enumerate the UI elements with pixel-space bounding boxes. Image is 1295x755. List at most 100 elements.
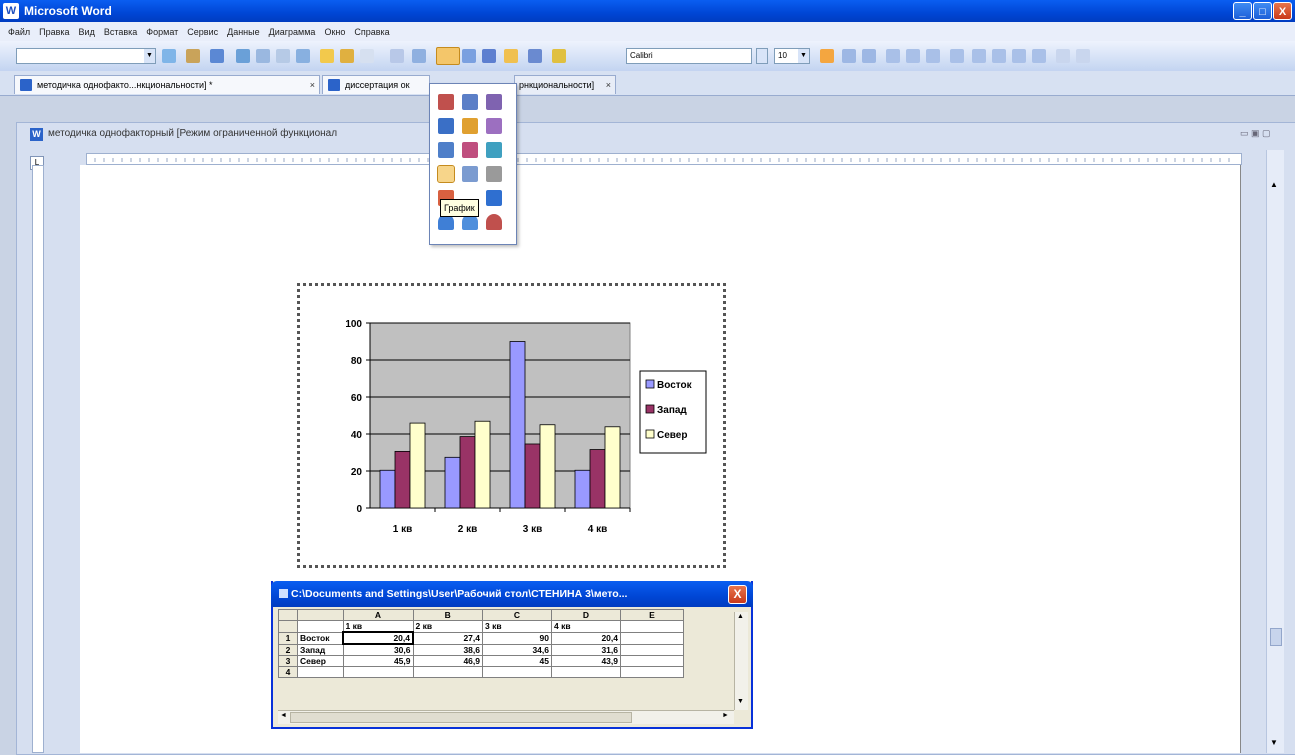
by-row-icon[interactable]	[340, 49, 354, 63]
datasheet-icon[interactable]	[320, 49, 334, 63]
data-cell[interactable]: 34,6	[482, 643, 552, 656]
scroll-down-arrow-icon[interactable]: ▼	[1270, 738, 1278, 747]
horizontal-ruler[interactable]	[86, 153, 1242, 165]
chart-type-option-8[interactable]	[486, 142, 502, 158]
gridlines-icon[interactable]	[462, 49, 476, 63]
scroll-up-arrow-icon[interactable]: ▲	[1270, 180, 1278, 189]
data-cell[interactable]	[620, 631, 684, 645]
chart-type-option-4[interactable]	[462, 118, 478, 134]
chart-type-option-2[interactable]	[486, 94, 502, 110]
border-icon[interactable]	[256, 49, 270, 63]
increase-decimal-icon[interactable]	[1012, 49, 1026, 63]
currency-icon[interactable]	[950, 49, 964, 63]
category-cell[interactable]: 2 кв	[412, 620, 483, 633]
data-cell[interactable]	[620, 666, 684, 678]
column-header-A[interactable]: A	[342, 609, 414, 621]
align-icon[interactable]	[236, 49, 250, 63]
menu-item-8[interactable]: Окно	[324, 27, 345, 37]
bold-icon[interactable]	[820, 49, 834, 63]
data-cell[interactable]	[620, 655, 684, 667]
chart-type-option-6[interactable]	[438, 142, 454, 158]
column-header-D[interactable]: D	[551, 609, 621, 621]
chart-type-option-1[interactable]	[462, 94, 478, 110]
column-header-E[interactable]: E	[620, 609, 684, 621]
align-center-icon[interactable]	[906, 49, 920, 63]
label-cell[interactable]	[297, 620, 344, 633]
datasheet-title-bar[interactable]: C:\Documents and Settings\User\Рабочий с…	[271, 581, 753, 607]
percent-icon[interactable]	[972, 49, 986, 63]
category-cell[interactable]: 4 кв	[551, 620, 621, 633]
chart-type-option-9[interactable]	[437, 165, 455, 183]
datasheet-horizontal-scrollbar[interactable]: ◄ ►	[278, 710, 734, 724]
category-cell[interactable]: 3 кв	[482, 620, 552, 633]
series-label-cell[interactable]: Восток	[297, 631, 344, 645]
tab-close-icon[interactable]: ×	[310, 76, 315, 94]
sort-icon[interactable]	[296, 49, 310, 63]
data-cell[interactable]: 27,4	[412, 631, 483, 645]
scroll-thumb[interactable]	[1270, 628, 1282, 646]
by-column-icon[interactable]	[360, 49, 374, 63]
underline-icon[interactable]	[862, 49, 876, 63]
font-name-combo[interactable]: Calibri	[626, 48, 752, 64]
thousands-icon[interactable]	[992, 49, 1006, 63]
scroll-down-arrow-icon[interactable]: ▼	[737, 698, 744, 705]
tab-document-active[interactable]: методичка однофакто...нкциональности] * …	[14, 75, 320, 94]
data-cell[interactable]	[551, 666, 621, 678]
chart-type-button[interactable]	[436, 47, 460, 65]
category-axis-icon[interactable]	[482, 49, 496, 63]
chart-type-option-10[interactable]	[462, 166, 478, 182]
series-label-cell[interactable]: Север	[297, 655, 344, 667]
align-left-icon[interactable]	[886, 49, 900, 63]
scroll-up-arrow-icon[interactable]: ▲	[737, 613, 744, 620]
menu-item-0[interactable]: Файл	[8, 27, 30, 37]
data-cell[interactable]: 43,9	[551, 655, 621, 667]
row-header[interactable]: 2	[278, 643, 298, 656]
category-cell[interactable]	[620, 620, 684, 633]
font-name-dropdown[interactable]	[756, 48, 768, 64]
paste-icon[interactable]	[186, 49, 200, 63]
table-icon[interactable]	[390, 49, 404, 63]
style-combo[interactable]: ▼	[16, 48, 156, 64]
embedded-chart[interactable]: 0 20 40 60 80 100 1 кв 2 кв 3 кв 4 кв Восток Запад С…	[297, 283, 726, 568]
align-right-icon[interactable]	[926, 49, 940, 63]
data-cell[interactable]: 31,6	[551, 643, 621, 656]
menu-item-3[interactable]: Вставка	[104, 27, 137, 37]
format-icon[interactable]	[210, 49, 224, 63]
value-axis-icon[interactable]	[504, 49, 518, 63]
series-label-cell[interactable]: Запад	[297, 643, 344, 656]
chart-type-option-7[interactable]	[462, 142, 478, 158]
datasheet-close-button[interactable]: X	[728, 585, 747, 604]
menu-item-4[interactable]: Формат	[146, 27, 178, 37]
menu-item-7[interactable]: Диаграмма	[269, 27, 316, 37]
data-cell[interactable]: 46,9	[412, 655, 483, 667]
row-header[interactable]: 4	[278, 666, 298, 678]
data-cell[interactable]	[620, 643, 684, 656]
column-header-C[interactable]: C	[482, 609, 552, 621]
tab-close-icon[interactable]: ×	[606, 76, 611, 94]
data-cell[interactable]	[412, 666, 483, 678]
vertical-scrollbar[interactable]: ▲ ▼	[1266, 150, 1284, 753]
rotate-up-icon[interactable]	[1056, 49, 1070, 63]
tab-dissertation[interactable]: диссертация ок	[322, 75, 430, 94]
row-header[interactable]: 1	[278, 631, 298, 645]
menu-item-1[interactable]: Правка	[39, 27, 69, 37]
corner-cell[interactable]	[278, 609, 298, 621]
scroll-left-arrow-icon[interactable]: ◄	[280, 712, 287, 719]
spacing-icon[interactable]	[276, 49, 290, 63]
datasheet-vertical-scrollbar[interactable]: ▲ ▼	[734, 612, 748, 710]
data-cell[interactable]: 45	[482, 655, 552, 667]
maximize-button[interactable]: □	[1253, 2, 1272, 20]
column-header-B[interactable]: B	[412, 609, 483, 621]
rotate-down-icon[interactable]	[1076, 49, 1090, 63]
chart-type-option-5[interactable]	[486, 118, 502, 134]
row-header[interactable]: 3	[278, 655, 298, 667]
data-cell[interactable]: 45,9	[342, 655, 414, 667]
data-cell[interactable]: 20,4	[551, 631, 621, 645]
minimize-button[interactable]: _	[1233, 2, 1252, 20]
chart-type-option-3[interactable]	[438, 118, 454, 134]
category-cell[interactable]: 1 кв	[342, 620, 414, 633]
menu-item-2[interactable]: Вид	[79, 27, 95, 37]
fill-color-icon[interactable]	[528, 49, 542, 63]
legend-icon[interactable]	[412, 49, 426, 63]
chart-type-option-17[interactable]	[486, 214, 502, 230]
